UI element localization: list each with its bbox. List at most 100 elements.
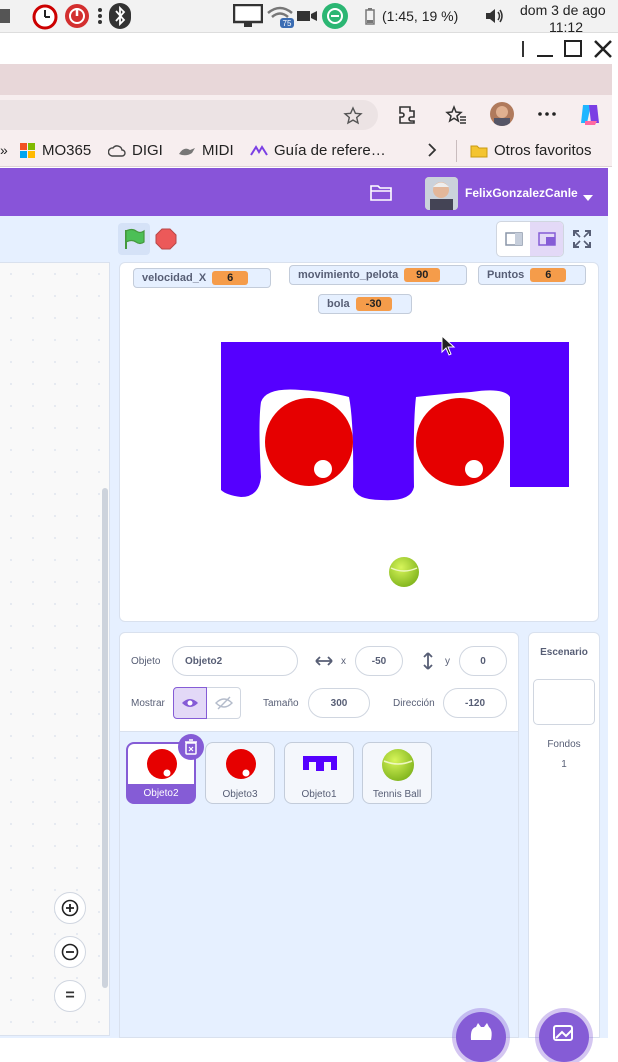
monitor-value: -30 <box>355 297 392 311</box>
cloud-icon <box>108 144 126 157</box>
backdrop-add-icon <box>553 1025 573 1041</box>
tennis-ball-icon <box>382 749 414 781</box>
eye-icon <box>182 699 198 707</box>
logo-icon <box>250 144 268 156</box>
profile-avatar[interactable] <box>490 102 514 126</box>
small-stage-icon <box>504 232 523 246</box>
x-arrows-icon <box>315 654 333 673</box>
objeto-label: Objeto <box>131 656 161 667</box>
extensions-icon[interactable] <box>396 104 418 131</box>
zoom-out-button[interactable] <box>54 936 86 968</box>
bookmark-midi[interactable]: MIDI <box>178 142 234 159</box>
x-label: x <box>341 656 346 667</box>
volume-icon[interactable] <box>484 3 506 29</box>
my-stuff-folder-icon[interactable] <box>370 183 392 206</box>
more-dots-icon[interactable] <box>96 3 104 29</box>
red-ball-icon <box>147 749 177 779</box>
direccion-label: Dirección <box>393 698 435 709</box>
y-arrows-icon <box>421 652 435 675</box>
separator <box>522 39 526 64</box>
monitor-value: 6 <box>212 271 249 285</box>
stage-thumbnail[interactable] <box>533 679 595 725</box>
username-label[interactable]: FelixGonzalezCanle <box>465 186 578 200</box>
window-caption <box>0 32 618 64</box>
green-flag-button[interactable] <box>118 223 150 255</box>
delete-sprite-button[interactable] <box>178 734 204 760</box>
mouse-cursor-icon <box>441 335 456 356</box>
zoom-in-button[interactable] <box>54 892 86 924</box>
mostrar-label: Mostrar <box>131 698 165 709</box>
display-icon[interactable] <box>232 3 264 29</box>
favorites-icon[interactable] <box>445 104 467 131</box>
backdrops-label: Fondos <box>547 739 581 750</box>
clock-date[interactable]: dom 3 de ago <box>520 2 606 18</box>
monitor-movimiento-pelota[interactable]: movimiento_pelota 90 <box>289 265 467 285</box>
maximize-icon[interactable] <box>564 39 582 64</box>
workspace-scrollbar[interactable] <box>102 488 108 988</box>
zoom-reset-button[interactable]: = <box>54 980 86 1012</box>
favorite-star-icon[interactable] <box>343 106 363 131</box>
sprite-objeto3[interactable] <box>415 397 505 487</box>
stop-button[interactable] <box>155 228 177 255</box>
power-icon[interactable] <box>63 3 91 29</box>
monitor-value: 6 <box>530 268 567 282</box>
zoom-out-icon <box>61 943 79 961</box>
address-bar[interactable] <box>0 100 378 130</box>
bookmark-digi[interactable]: DIGI <box>108 142 163 159</box>
choose-backdrop-button[interactable] <box>539 1012 589 1062</box>
bookmark-otros-favoritos[interactable]: Otros favoritos <box>470 142 592 159</box>
bookmarks-divider <box>456 140 457 162</box>
normal-stage-button[interactable] <box>530 222 563 256</box>
stage-selector-pane[interactable]: Escenario Fondos 1 <box>528 632 600 1038</box>
y-label: y <box>445 656 450 667</box>
bluetooth-icon[interactable] <box>108 3 132 29</box>
eye-slash-icon <box>214 696 233 710</box>
monitor-value: 90 <box>404 268 441 282</box>
monitor-bola[interactable]: bola -30 <box>318 294 412 314</box>
browser-tab-strip <box>0 64 612 95</box>
system-top-bar: 75 (1:45, 19 %) dom 3 de ago 11:12 <box>0 0 618 35</box>
battery-icon[interactable] <box>364 3 376 29</box>
monitor-puntos[interactable]: Puntos 6 <box>478 265 586 285</box>
app-icon[interactable] <box>0 3 12 29</box>
sync-icon[interactable] <box>320 3 350 29</box>
fullscreen-button[interactable] <box>572 229 592 254</box>
bookmark-guia[interactable]: Guía de refere… <box>250 142 386 159</box>
sprite-objeto2[interactable] <box>264 397 354 487</box>
stage-title: Escenario <box>540 647 588 658</box>
show-sprite-button[interactable] <box>173 687 207 719</box>
bookmark-overflow-arrow[interactable]: » <box>0 142 8 158</box>
minimize-icon[interactable] <box>536 39 554 64</box>
size-input[interactable]: 300 <box>308 688 370 718</box>
wifi-icon[interactable]: 75 <box>266 3 294 29</box>
stage[interactable]: velocidad_X 6 movimiento_pelota 90 Punto… <box>119 262 599 622</box>
sprite-tile-tennis-ball[interactable]: Tennis Ball <box>362 742 432 804</box>
copilot-icon[interactable] <box>577 101 603 132</box>
bookmark-mo365[interactable]: MO365 <box>20 142 91 159</box>
trash-icon <box>185 739 197 755</box>
sprite-name-input[interactable]: Objeto2 <box>172 646 298 676</box>
sprite-tennis-ball[interactable] <box>388 556 420 588</box>
paddle-icon <box>303 756 337 771</box>
normal-stage-icon <box>537 232 556 246</box>
x-input[interactable]: -50 <box>355 646 403 676</box>
choose-sprite-button[interactable] <box>456 1012 506 1062</box>
red-ball-icon <box>226 749 256 779</box>
zoom-in-icon <box>61 899 79 917</box>
code-workspace[interactable] <box>0 262 110 1036</box>
sprite-tile-objeto1[interactable]: Objeto1 <box>284 742 354 804</box>
hide-sprite-button[interactable] <box>207 687 241 719</box>
alarm-clock-icon[interactable] <box>30 3 60 30</box>
bookmarks-chevron-right-icon[interactable] <box>426 142 438 158</box>
camera-icon[interactable] <box>296 3 318 29</box>
fullscreen-icon <box>573 230 591 248</box>
y-input[interactable]: 0 <box>459 646 507 676</box>
direction-input[interactable]: -120 <box>443 688 507 718</box>
sprite-tile-objeto3[interactable]: Objeto3 <box>205 742 275 804</box>
close-icon[interactable] <box>593 39 613 64</box>
account-caret-down-icon[interactable] <box>583 189 593 207</box>
user-avatar[interactable] <box>425 177 458 210</box>
monitor-velocidad-x[interactable]: velocidad_X 6 <box>133 268 271 288</box>
more-options-icon[interactable] <box>537 104 557 129</box>
small-stage-button[interactable] <box>497 222 530 256</box>
